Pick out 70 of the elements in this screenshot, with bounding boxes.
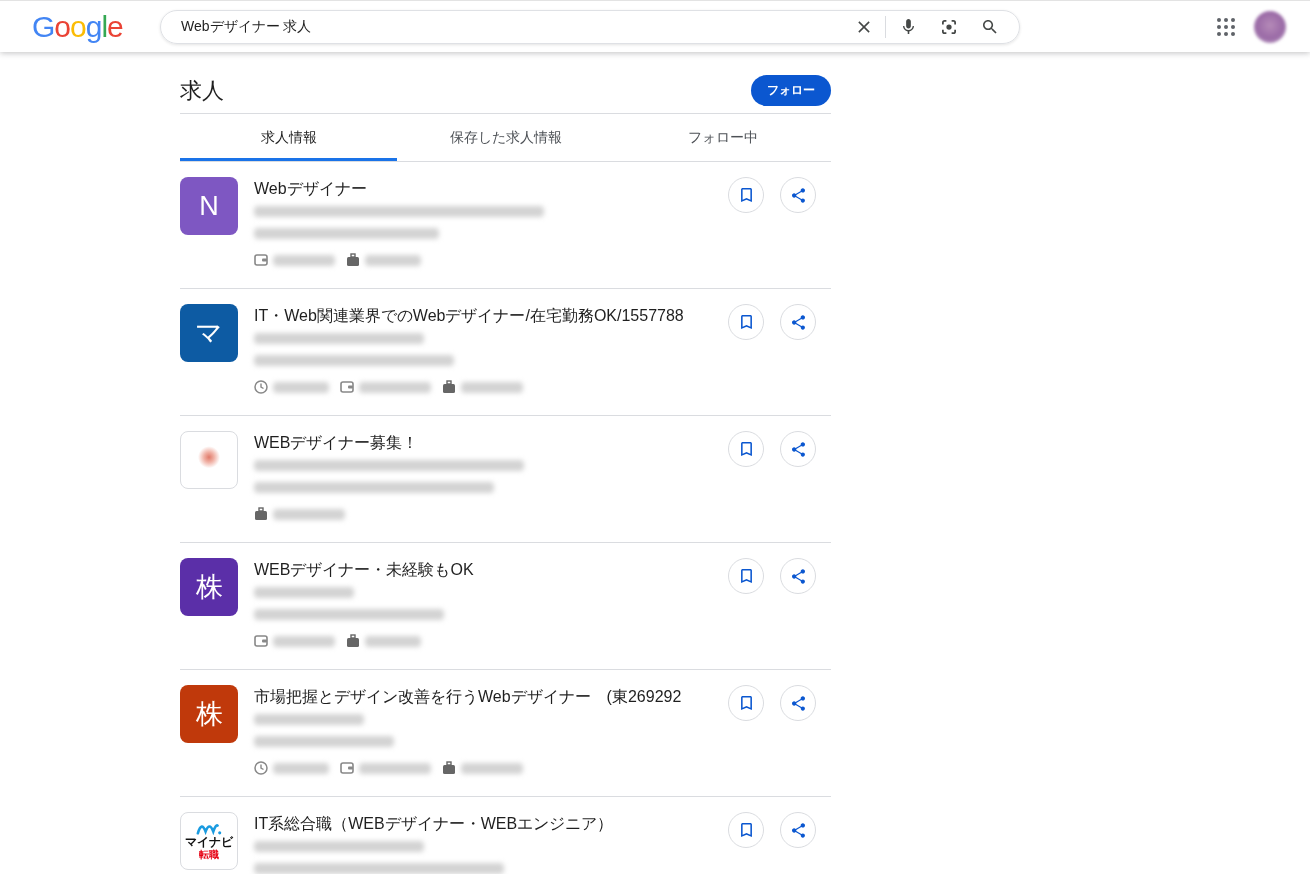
job-title[interactable]: WEBデザイナー・未経験もOK (254, 559, 728, 581)
share-button[interactable] (780, 304, 816, 340)
camera-lens-icon[interactable] (942, 19, 956, 34)
bookmark-icon (740, 188, 752, 202)
bookmark-icon (740, 315, 752, 329)
share-button[interactable] (780, 177, 816, 213)
share-button[interactable] (780, 812, 816, 848)
search-input[interactable]: Webデザイナー 求人 (181, 16, 846, 37)
blurred-text (273, 635, 335, 647)
logo-subtext: 転職 (199, 848, 219, 861)
share-button[interactable] (780, 685, 816, 721)
share-icon (791, 187, 805, 203)
blurred-text (273, 381, 329, 393)
briefcase-icon (254, 507, 268, 521)
blurred-text (273, 254, 335, 266)
blurred-text (359, 762, 431, 774)
wallet-icon (254, 634, 268, 648)
wave-mark-icon (196, 822, 222, 835)
bookmark-icon (740, 696, 752, 710)
clock-icon (254, 761, 268, 775)
save-button[interactable] (728, 558, 764, 594)
follow-button[interactable]: フォロー (751, 75, 831, 106)
blurred-text (273, 508, 345, 520)
avatar-circle[interactable] (1254, 10, 1286, 43)
save-button[interactable] (728, 177, 764, 213)
share-button[interactable] (780, 558, 816, 594)
blurred-text (365, 635, 421, 647)
bookmark-icon (740, 823, 752, 837)
close-icon[interactable] (858, 20, 870, 33)
microphone-icon[interactable] (903, 19, 914, 34)
briefcase-icon (442, 380, 456, 394)
briefcase-icon (442, 761, 456, 775)
wallet-icon (254, 253, 268, 267)
briefcase-icon (346, 634, 360, 648)
save-button[interactable] (728, 812, 764, 848)
job-title[interactable]: WEBデザイナー募集！ (254, 432, 728, 454)
share-button[interactable] (780, 431, 816, 467)
bookmark-icon (740, 569, 752, 583)
blurred-text (273, 762, 329, 774)
share-icon (791, 441, 805, 457)
share-icon (791, 568, 805, 584)
blurred-text (359, 381, 431, 393)
blurred-text (461, 762, 523, 774)
job-title[interactable]: IT・Web関連業界でのWebデザイナー/在宅勤務OK/1557788 (254, 305, 728, 327)
save-button[interactable] (728, 685, 764, 721)
job-title[interactable]: Webデザイナー (254, 178, 728, 200)
apps-grid-icon[interactable] (1217, 17, 1235, 36)
wallet-icon (340, 380, 354, 394)
briefcase-icon (346, 253, 360, 267)
bookmark-icon (740, 442, 752, 456)
blurred-text (365, 254, 421, 266)
share-icon (791, 695, 805, 711)
section-title: 求人 (180, 77, 224, 105)
save-button[interactable] (728, 431, 764, 467)
share-icon (791, 822, 805, 838)
job-title[interactable]: 市場把握とデザイン改善を行うWebデザイナー (東269292 (254, 686, 728, 708)
company-logo: N (180, 177, 238, 235)
clock-icon (254, 380, 268, 394)
blurred-text (461, 381, 523, 393)
wallet-icon (340, 761, 354, 775)
google-logo[interactable]: Google (32, 10, 123, 43)
search-icon[interactable] (983, 19, 997, 34)
blurred-logo-image (180, 431, 238, 489)
save-button[interactable] (728, 304, 764, 340)
company-logo: 株 (180, 685, 238, 743)
logo-text: マイナビ (185, 834, 233, 849)
company-logo: マ (180, 304, 238, 362)
share-icon (791, 314, 805, 330)
company-logo: 株 (180, 558, 238, 616)
job-title[interactable]: IT系総合職（WEBデザイナー・WEBエンジニア） (254, 813, 728, 835)
